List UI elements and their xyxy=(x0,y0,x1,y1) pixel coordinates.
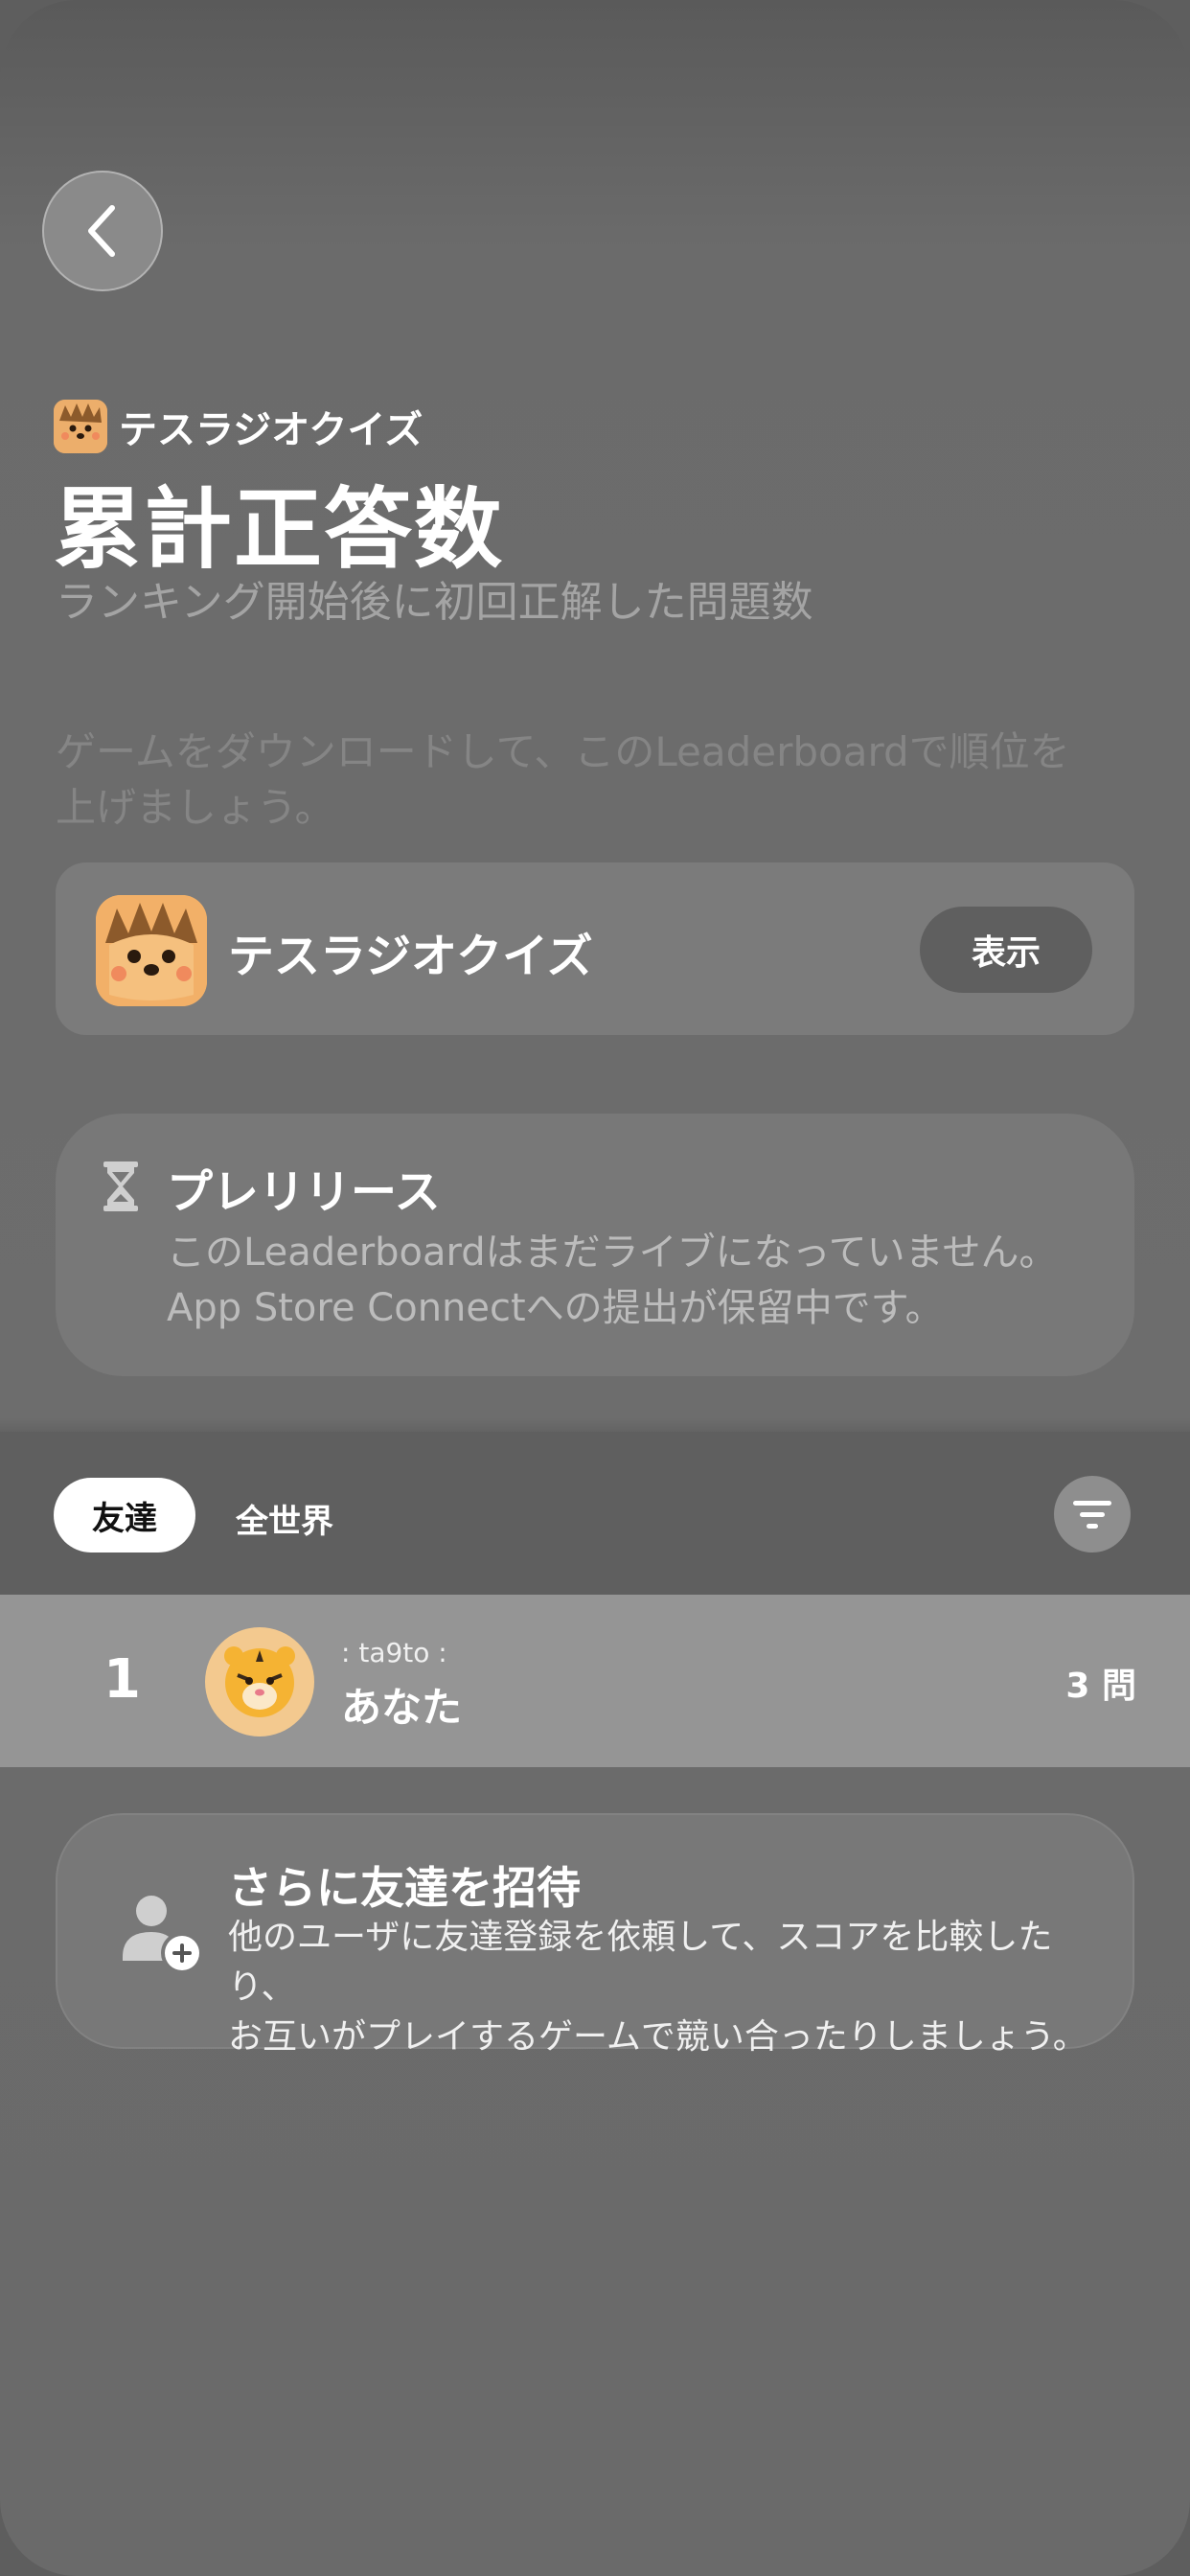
invite-text: 他のユーザに友達登録を依頼して、スコアを比較したり、 お互いがプレイするゲームで… xyxy=(228,1913,1119,2062)
player-name: あなた xyxy=(341,1684,463,1731)
back-button[interactable] xyxy=(42,171,163,291)
prerelease-notice: プレリリース このLeaderboardはまだライブになっていません。 App … xyxy=(56,1114,1134,1376)
screen: テスラジオクイズ 累計正答数 ランキング開始後に初回正解した問題数 ゲームをダウ… xyxy=(0,0,1190,2576)
prerelease-line-1: このLeaderboardはまだライブになっていません。 xyxy=(167,1230,1058,1275)
avatar xyxy=(205,1627,314,1736)
hourglass-icon xyxy=(103,1162,138,1211)
invite-friends-card[interactable]: さらに友達を招待 他のユーザに友達登録を依頼して、スコアを比較したり、 お互いが… xyxy=(56,1813,1134,2057)
tab-friends[interactable]: 友達 xyxy=(54,1478,195,1552)
tab-global[interactable]: 全世界 xyxy=(236,1495,333,1542)
promo-text: ゲームをダウンロードして、このLeaderboardで順位を上げましょう。 xyxy=(56,728,1070,831)
invite-line-2: お互いがプレイするゲームで競い合ったりしましょう。 xyxy=(228,2017,1087,2057)
rank-number: 1 xyxy=(103,1648,141,1711)
player-score: 3 問 xyxy=(1065,1667,1136,1706)
add-person-icon xyxy=(123,1896,203,1974)
hedgehog-icon xyxy=(54,400,107,453)
tiger-icon xyxy=(217,1637,303,1727)
chevron-left-icon xyxy=(88,205,115,257)
leaderboard-tabs: 友達 全世界 xyxy=(0,1432,1190,1595)
page-subtitle: ランキング開始後に初回正解した問題数 xyxy=(56,578,813,627)
header-game-label: テスラジオクイズ xyxy=(54,399,423,454)
filter-icon xyxy=(1073,1501,1111,1529)
view-button[interactable]: 表示 xyxy=(920,907,1092,993)
invite-title: さらに友達を招待 xyxy=(228,1862,581,1914)
game-card: テスラジオクイズ 表示 xyxy=(56,862,1134,1035)
filter-button[interactable] xyxy=(1054,1476,1131,1552)
prerelease-title: プレリリース xyxy=(167,1165,441,1219)
game-name: テスラジオクイズ xyxy=(228,930,593,983)
leaderboard-row[interactable]: 1 : ta9to : あなた 3 問 xyxy=(0,1595,1190,1767)
hedgehog-icon xyxy=(96,895,207,1006)
invite-line-1: 他のユーザに友達登録を依頼して、スコアを比較したり、 xyxy=(228,1918,1053,2007)
prerelease-text: このLeaderboardはまだライブになっていません。 App Store C… xyxy=(167,1225,1106,1336)
header-game-name: テスラジオクイズ xyxy=(119,408,423,452)
player-handle: : ta9to : xyxy=(341,1637,447,1668)
prerelease-line-2: App Store Connectへの提出が保留中です。 xyxy=(167,1286,944,1330)
